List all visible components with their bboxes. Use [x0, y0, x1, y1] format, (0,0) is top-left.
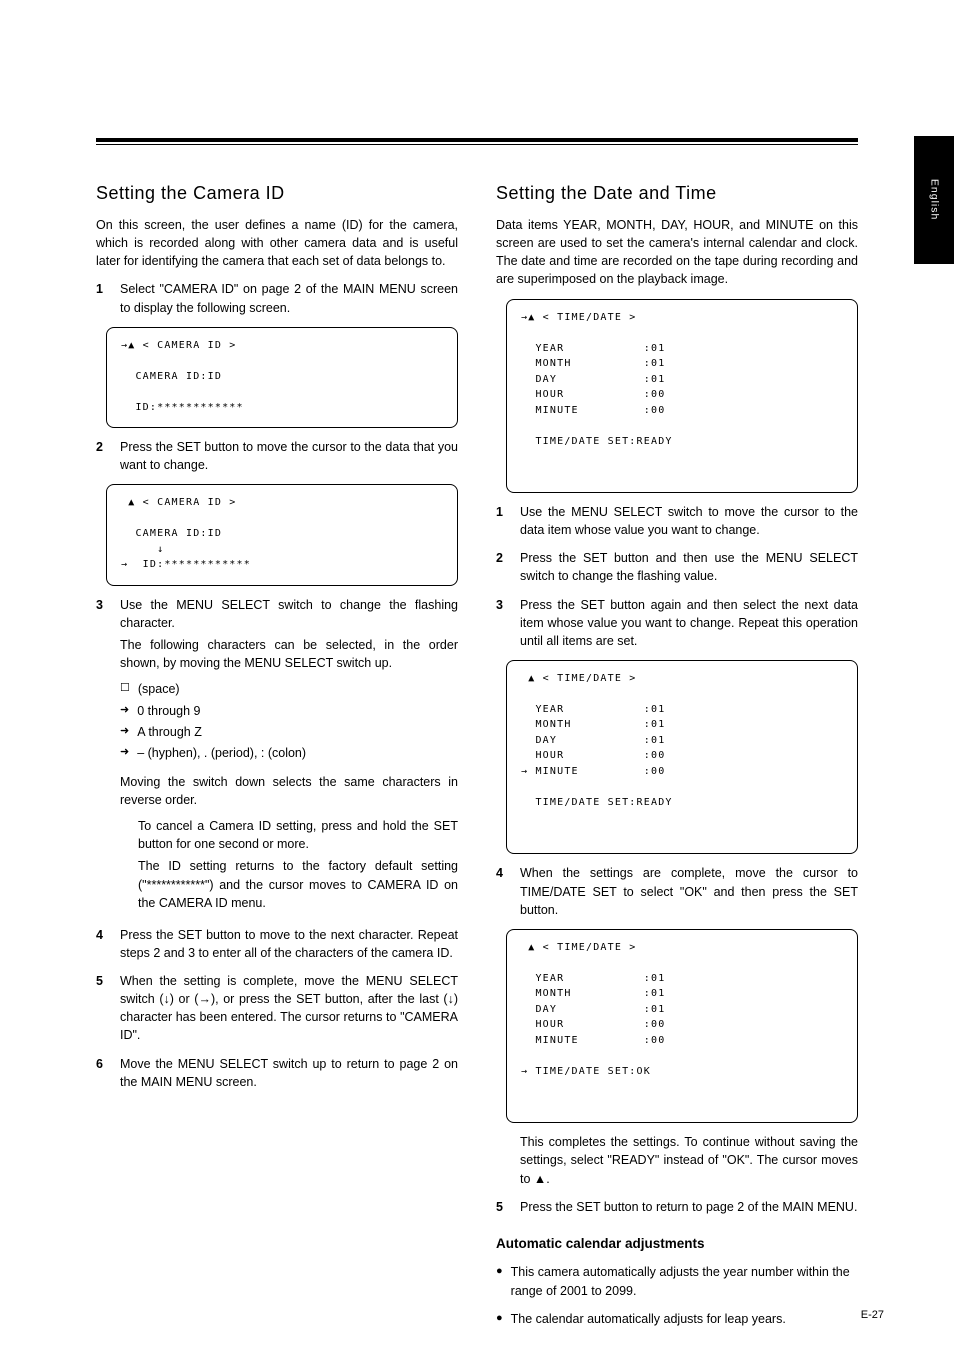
page-rule	[96, 138, 858, 145]
language-tab-label: English	[926, 179, 941, 220]
heading-datetime: Setting the Date and Time	[496, 180, 858, 206]
step-text-pre: Use the MENU SELECT switch to change the…	[120, 596, 458, 632]
language-tab: English	[914, 136, 954, 264]
content-area: Setting the Camera ID On this screen, th…	[96, 180, 858, 1280]
screen-timedate-1: →▲ < TIME/DATE > YEAR :01 MONTH :01 DAY …	[506, 299, 858, 494]
dt-step-3: 3 Press the SET button again and then se…	[496, 596, 858, 650]
char-row-letters: A through Z	[137, 723, 458, 741]
intro-datetime: Data items YEAR, MONTH, DAY, HOUR, and M…	[496, 216, 858, 289]
screen-camera-id-1: →▲ < CAMERA ID > CAMERA ID:ID ID:*******…	[106, 327, 458, 429]
step-text: When the settings are complete, move the…	[520, 864, 858, 918]
page-number: E-27	[861, 1308, 884, 1324]
step-text: Move the MENU SELECT switch up to return…	[120, 1055, 458, 1091]
step-text: The following characters can be selected…	[120, 636, 458, 672]
arrow-icon: ➜	[120, 744, 129, 762]
char-row-digits: 0 through 9	[137, 702, 458, 720]
step-text: When the setting is complete, move the M…	[120, 972, 458, 1045]
bullet-year-range: This camera automatically adjusts the ye…	[511, 1263, 858, 1299]
step3-note-1: To cancel a Camera ID setting, press and…	[138, 817, 458, 853]
glyph-space: ☐	[120, 680, 130, 698]
step-3: 3 Use the MENU SELECT switch to change t…	[96, 596, 458, 916]
char-row-punct: – (hyphen), . (period), : (colon)	[137, 744, 458, 762]
step-1: 1 Select "CAMERA ID" on page 2 of the MA…	[96, 280, 458, 316]
dt-step-4: 4 When the settings are complete, move t…	[496, 864, 858, 918]
step-number: 2	[496, 549, 510, 585]
step3-after: Moving the switch down selects the same …	[120, 773, 458, 809]
step-number: 4	[496, 864, 510, 918]
step3-note-2: The ID setting returns to the factory de…	[138, 857, 458, 911]
char-row-space: (space)	[138, 680, 458, 698]
bullet-icon: ●	[496, 1310, 503, 1328]
step-text: Select "CAMERA ID" on page 2 of the MAIN…	[120, 280, 458, 316]
heading-auto-calendar: Automatic calendar adjustments	[496, 1234, 858, 1254]
step-text: Press the SET button and then use the ME…	[520, 549, 858, 585]
screen-timedate-3: ▲ < TIME/DATE > YEAR :01 MONTH :01 DAY :…	[506, 929, 858, 1124]
intro-camera-id: On this screen, the user defines a name …	[96, 216, 458, 270]
step-2: 2 Press the SET button to move the curso…	[96, 438, 458, 474]
step-text: Press the SET button to move the cursor …	[120, 438, 458, 474]
step-text: Press the SET button to return to page 2…	[520, 1198, 858, 1216]
arrow-icon: ➜	[120, 723, 129, 741]
left-column: Setting the Camera ID On this screen, th…	[96, 180, 458, 1338]
bullet-icon: ●	[496, 1263, 503, 1299]
heading-camera-id: Setting the Camera ID	[96, 180, 458, 206]
dt-step-5: 5 Press the SET button to return to page…	[496, 1198, 858, 1216]
screen-camera-id-2: ▲ < CAMERA ID > CAMERA ID:ID ↓ → ID:****…	[106, 484, 458, 586]
step-number: 4	[96, 926, 110, 962]
step-text: Use the MENU SELECT switch to move the c…	[520, 503, 858, 539]
step-number: 2	[96, 438, 110, 474]
step-5: 5 When the setting is complete, move the…	[96, 972, 458, 1045]
step-6: 6 Move the MENU SELECT switch up to retu…	[96, 1055, 458, 1091]
step-text: Press the SET button to move to the next…	[120, 926, 458, 962]
right-column: Setting the Date and Time Data items YEA…	[496, 180, 858, 1338]
step-number: 1	[96, 280, 110, 316]
after-box-c: This completes the settings. To continue…	[520, 1133, 858, 1187]
arrow-icon: ➜	[120, 702, 129, 720]
step-number: 5	[496, 1198, 510, 1216]
step-number: 1	[496, 503, 510, 539]
bullet-leap-year: The calendar automatically adjusts for l…	[511, 1310, 858, 1328]
step-text: Press the SET button again and then sele…	[520, 596, 858, 650]
screen-timedate-2: ▲ < TIME/DATE > YEAR :01 MONTH :01 DAY :…	[506, 660, 858, 855]
step-number: 3	[496, 596, 510, 650]
dt-step-2: 2 Press the SET button and then use the …	[496, 549, 858, 585]
step-4: 4 Press the SET button to move to the ne…	[96, 926, 458, 962]
step-number: 3	[96, 596, 110, 916]
step-number: 6	[96, 1055, 110, 1091]
dt-step-1: 1 Use the MENU SELECT switch to move the…	[496, 503, 858, 539]
step-number: 5	[96, 972, 110, 1045]
